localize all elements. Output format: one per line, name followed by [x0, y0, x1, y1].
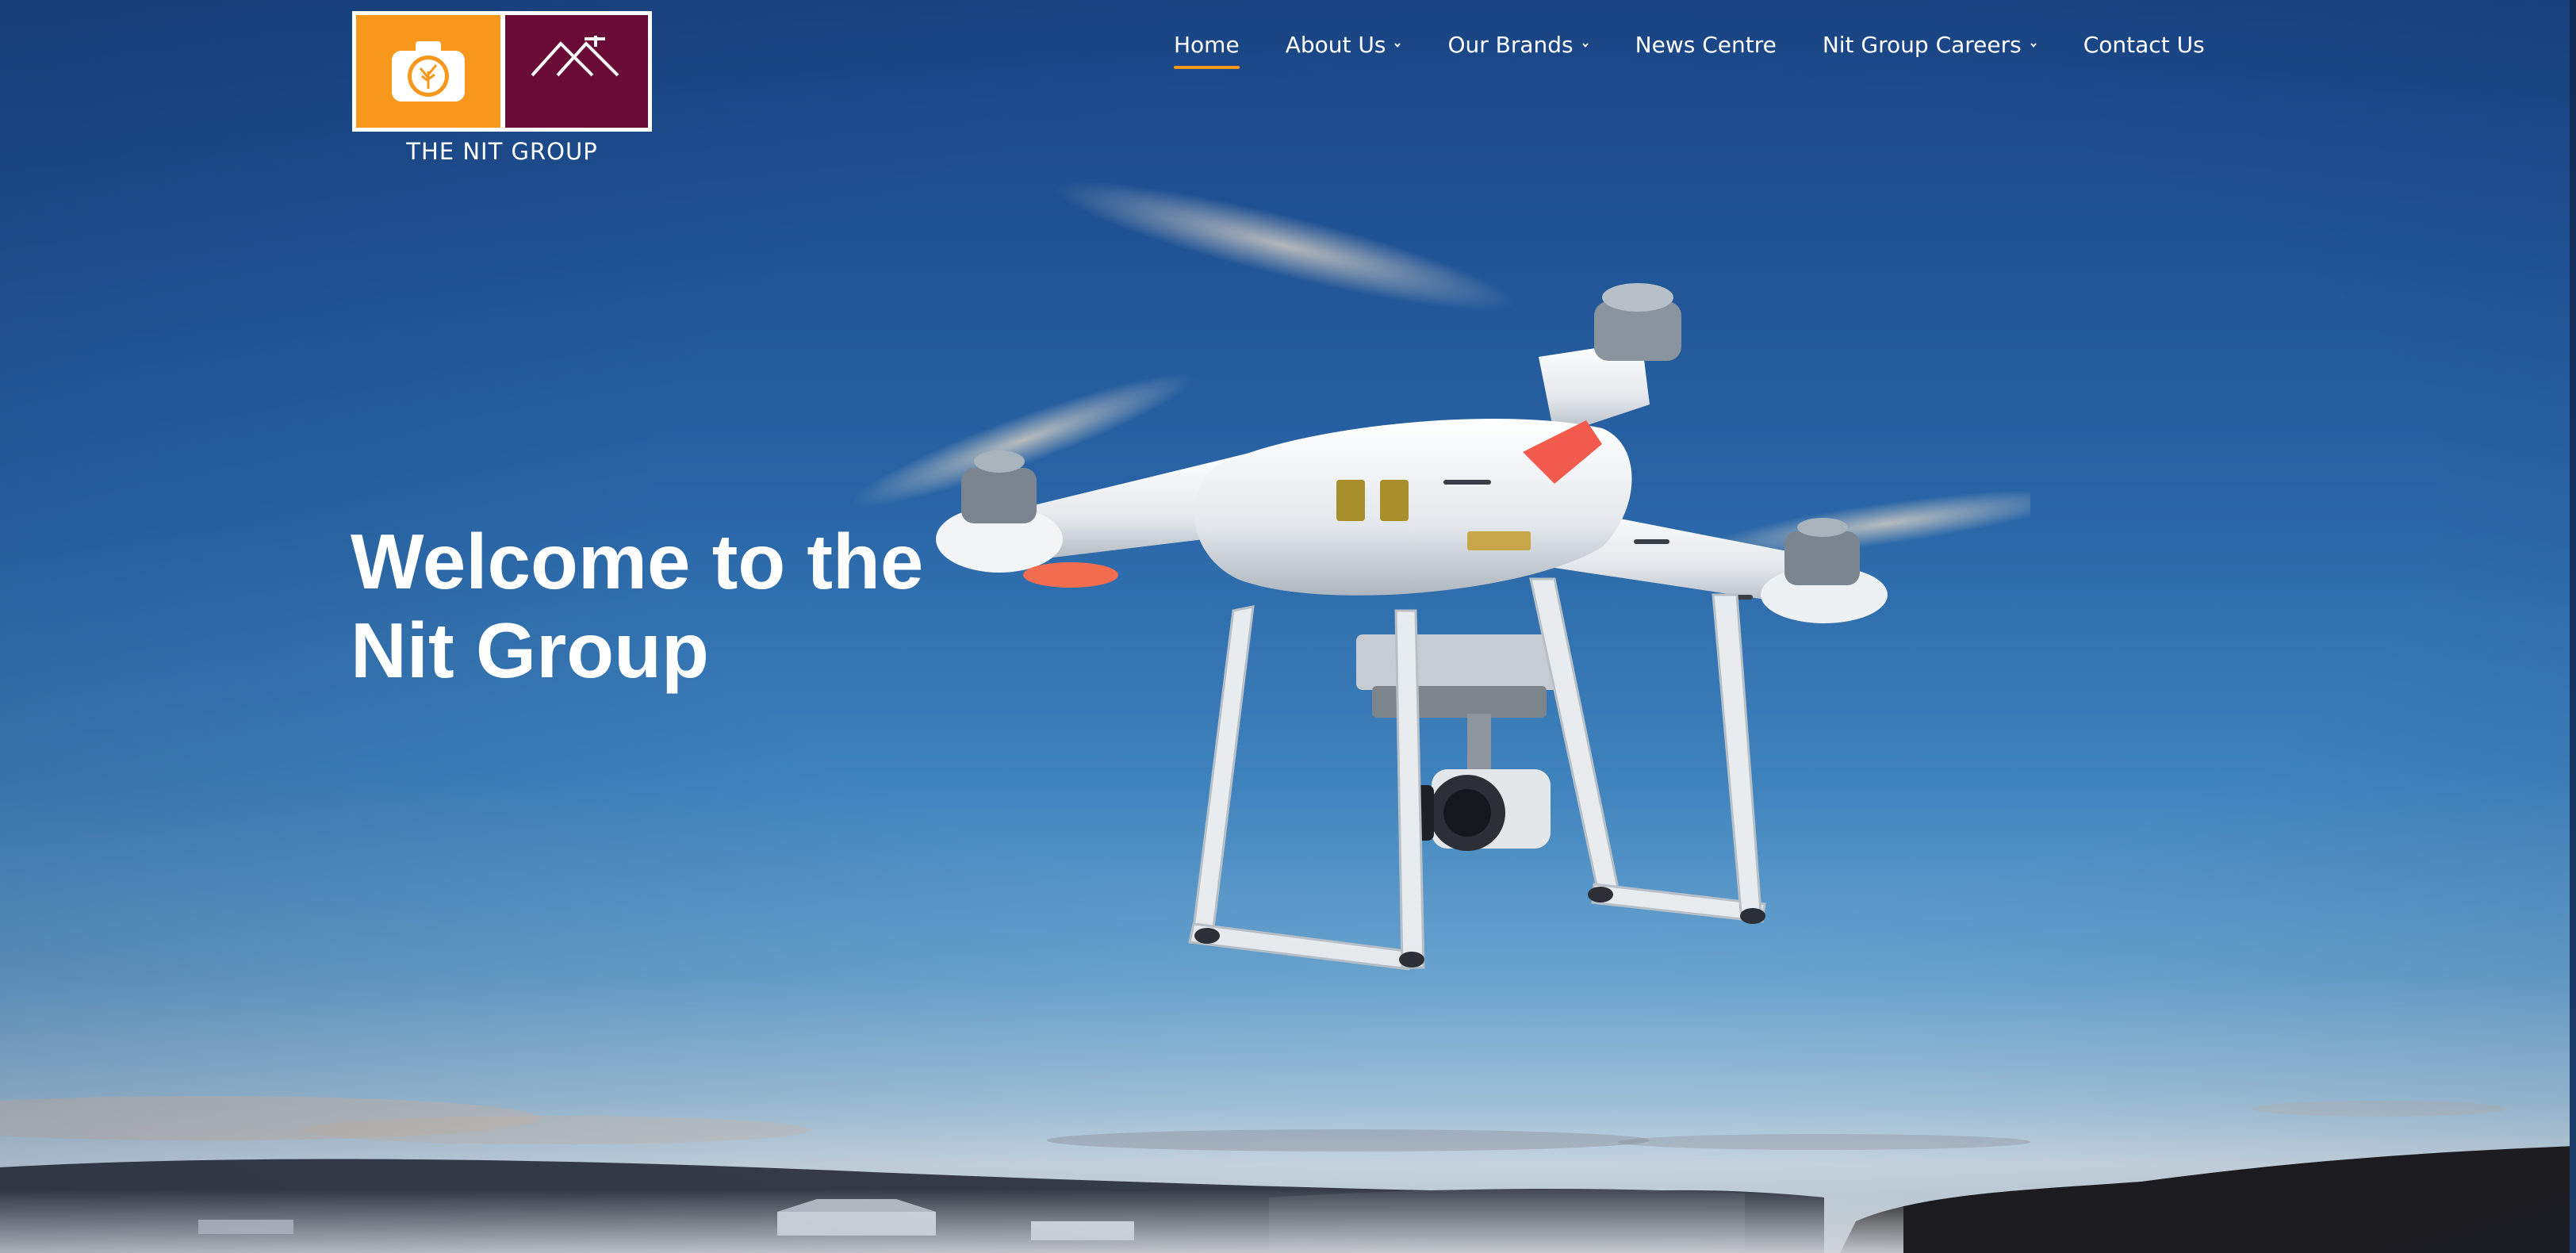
- nav-item-our-brands[interactable]: Our Brands: [1447, 32, 1589, 58]
- nav-item-label: Contact Us: [2083, 32, 2205, 58]
- nav-item-careers[interactable]: Nit Group Careers: [1823, 32, 2037, 58]
- camera-tree-icon: [392, 41, 465, 102]
- nav-item-label: Nit Group Careers: [1822, 32, 2022, 58]
- nav-item-about-us[interactable]: About Us: [1286, 32, 1402, 58]
- logo-mark: [352, 11, 652, 132]
- main-navigation: Home About Us Our Brands News Centre Nit…: [1174, 32, 2205, 69]
- nav-item-label: Our Brands: [1447, 32, 1574, 58]
- hero-section: THE NIT GROUP Home About Us Our Brands N…: [0, 0, 2576, 1253]
- nav-item-label: About Us: [1285, 32, 1386, 58]
- chevron-down-icon: [2030, 42, 2037, 48]
- hero-headline-line2: Nit Group: [351, 607, 709, 694]
- page-edge: [2570, 0, 2576, 1253]
- nav-item-label: News Centre: [1635, 32, 1777, 58]
- drone-image: [851, 181, 2030, 971]
- active-indicator: [1174, 66, 1240, 69]
- hero-headline: Welcome to the Nit Group: [351, 517, 1001, 695]
- house-roof-icon: [531, 36, 619, 77]
- logo-maroon-panel: [505, 15, 648, 128]
- chevron-down-icon: [1394, 42, 1401, 48]
- chevron-down-icon: [1581, 42, 1589, 48]
- nav-item-home[interactable]: Home: [1174, 32, 1240, 69]
- nav-item-contact-us[interactable]: Contact Us: [2083, 32, 2205, 58]
- nav-item-news-centre[interactable]: News Centre: [1635, 32, 1777, 58]
- logo-orange-panel: [356, 15, 500, 128]
- site-logo[interactable]: THE NIT GROUP: [352, 11, 652, 165]
- hero-headline-line1: Welcome to the: [351, 518, 924, 605]
- logo-wordmark: THE NIT GROUP: [406, 138, 598, 165]
- nav-item-label: Home: [1174, 32, 1240, 58]
